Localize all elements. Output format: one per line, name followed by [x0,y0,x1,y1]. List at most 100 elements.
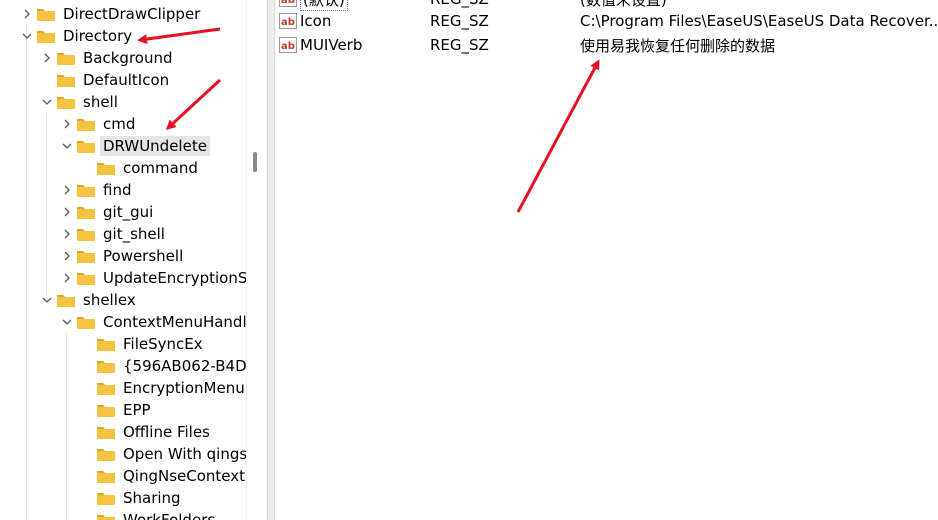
tree-guide-line [66,332,67,520]
value-row[interactable]: ab (默认) REG_SZ (数值未设置) [275,0,938,11]
tree-item[interactable]: WorkFolders [80,509,218,520]
chevron-down-icon[interactable] [40,289,54,311]
value-type: REG_SZ [430,36,489,54]
registry-values-list: ab (默认) REG_SZ (数值未设置) ab Icon REG_SZ C:\Progra… [275,0,938,520]
reg-string-icon: ab [279,13,297,29]
tree-item[interactable]: FileSyncEx [80,333,206,355]
tree-item[interactable]: Directory [20,25,135,47]
registry-key-tree: DirectDrawClipper Directory Background Defa… [0,0,246,520]
chevron-right-icon[interactable] [60,223,74,245]
tree-item-label: Open With qings [123,445,246,463]
folder-icon [96,468,116,484]
value-data: C:\Program Files\EaseUS\EaseUS Data Reco… [580,12,938,30]
svg-text:ab: ab [281,41,295,52]
tree-item[interactable]: {596AB062-B4D2 [80,355,246,377]
pane-splitter[interactable] [267,0,275,520]
tree-item-label: Powershell [103,247,184,265]
tree-item-label: git_gui [103,203,154,221]
value-name: (默认) [300,0,348,11]
tree-item-label: shell [83,93,118,111]
tree-item[interactable]: Open With qings [80,443,246,465]
tree-item[interactable]: shellex [40,289,139,311]
tree-item[interactable]: Powershell [60,245,186,267]
tree-item[interactable]: DirectDrawClipper [20,3,203,25]
chevron-down-icon[interactable] [60,135,74,157]
chevron-right-icon[interactable] [60,201,74,223]
tree-item[interactable]: Offline Files [80,421,213,443]
folder-icon [96,446,116,462]
folder-icon [36,6,56,22]
tree-item[interactable]: ContextMenuHandl [60,311,246,333]
tree-item[interactable]: Background [40,47,176,69]
chevron-right-icon[interactable] [60,245,74,267]
tree-item-label: ContextMenuHandl [103,313,246,331]
folder-icon [76,314,96,330]
chevron-right-icon[interactable] [60,267,74,289]
tree-item[interactable]: EPP [80,399,154,421]
tree-item-label: find [103,181,132,199]
tree-item[interactable]: QingNseContext [80,465,246,487]
tree-item[interactable]: EncryptionMenu [80,377,246,399]
folder-icon [96,512,116,520]
value-row[interactable]: ab MUIVerb REG_SZ 使用易我恢复任何删除的数据 [275,34,938,56]
tree-item-label: Offline Files [123,423,210,441]
tree-item-label: Sharing [123,489,181,507]
tree-item-label: Directory [63,27,133,45]
tree-item[interactable]: find [60,179,134,201]
tree-item[interactable]: UpdateEncryptionS [60,267,246,289]
scrollbar-thumb[interactable] [253,152,257,172]
tree-item-label: DRWUndelete [100,136,210,156]
folder-icon [96,380,116,396]
tree-item[interactable]: git_shell [60,223,168,245]
value-row[interactable]: ab Icon REG_SZ C:\Program Files\EaseUS\Ease… [275,10,938,32]
chevron-down-icon[interactable] [60,311,74,333]
value-type: REG_SZ [430,12,489,30]
folder-icon [96,160,116,176]
folder-icon [96,490,116,506]
reg-string-icon: ab [279,37,297,53]
tree-item-label: DefaultIcon [83,71,170,89]
value-name: MUIVerb [300,36,363,54]
chevron-right-icon[interactable] [20,3,34,25]
tree-item[interactable]: cmd [60,113,138,135]
folder-icon [96,336,116,352]
chevron-down-icon[interactable] [40,91,54,113]
tree-item[interactable]: git_gui [60,201,156,223]
folder-icon [76,270,96,286]
chevron-down-icon[interactable] [20,25,34,47]
tree-item-label: WorkFolders [123,511,216,520]
tree-item-label: FileSyncEx [123,335,203,353]
folder-icon [76,138,96,154]
tree-item[interactable]: shell [40,91,121,113]
tree-item[interactable]: DRWUndelete [60,135,210,157]
chevron-right-icon[interactable] [60,113,74,135]
tree-item-label: EncryptionMenu [123,379,245,397]
value-name: Icon [300,12,332,30]
tree-scrollbar[interactable] [246,0,267,520]
tree-item-label: git_shell [103,225,165,243]
tree-item-label: EPP [123,401,151,419]
reg-string-icon: ab [279,0,297,7]
folder-icon [76,248,96,264]
tree-item[interactable]: DefaultIcon [40,69,172,91]
folder-icon [76,182,96,198]
chevron-right-icon[interactable] [60,179,74,201]
tree-guide-line [46,112,47,294]
tree-item[interactable]: command [80,157,201,179]
tree-item-label: shellex [83,291,136,309]
tree-item[interactable]: Sharing [80,487,184,509]
folder-icon [56,94,76,110]
folder-icon [76,116,96,132]
tree-item-label: cmd [103,115,136,133]
folder-icon [96,358,116,374]
chevron-right-icon[interactable] [40,47,54,69]
tree-item-label: Background [83,49,173,67]
tree-item-label: QingNseContext [123,467,246,485]
